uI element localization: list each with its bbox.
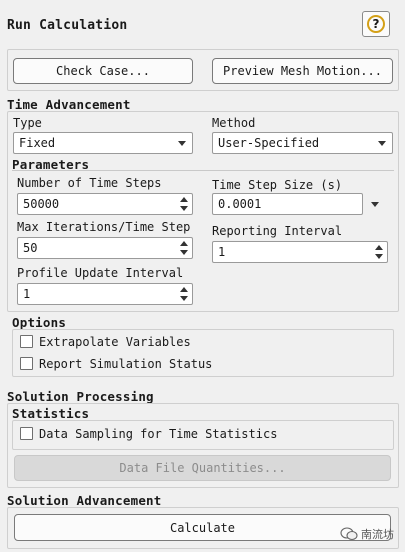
- wechat-icon: [340, 527, 358, 541]
- parameters-divider: [12, 170, 394, 171]
- dialog-title: Run Calculation: [7, 18, 128, 33]
- time-step-size-label: Time Step Size (s): [212, 178, 343, 192]
- calculate-button[interactable]: Calculate: [14, 514, 391, 541]
- help-button[interactable]: ?: [362, 11, 390, 37]
- reporting-interval-label: Reporting Interval: [212, 224, 343, 238]
- solution-processing-heading: Solution Processing: [7, 389, 154, 404]
- spin-buttons[interactable]: [374, 244, 384, 260]
- reporting-interval-input[interactable]: 1: [212, 241, 388, 263]
- spin-down-icon[interactable]: [375, 254, 383, 259]
- time-step-size-input[interactable]: 0.0001: [212, 193, 363, 215]
- method-select[interactable]: User-Specified: [212, 132, 393, 154]
- check-case-button[interactable]: Check Case...: [13, 58, 193, 84]
- max-iterations-input[interactable]: 50: [17, 237, 193, 259]
- watermark-text: 南流坊: [361, 528, 394, 541]
- spin-buttons[interactable]: [179, 286, 189, 302]
- chevron-down-icon: [378, 141, 386, 146]
- spin-down-icon[interactable]: [180, 296, 188, 301]
- spin-up-icon[interactable]: [180, 287, 188, 292]
- reporting-interval-value: 1: [218, 245, 226, 259]
- expression-dropdown-icon[interactable]: [371, 202, 379, 207]
- data-file-quantities-button[interactable]: Data File Quantities...: [14, 455, 391, 481]
- type-select-value: Fixed: [19, 136, 56, 150]
- method-label: Method: [212, 116, 256, 130]
- data-sampling-checkbox[interactable]: [20, 427, 33, 440]
- spin-buttons[interactable]: [179, 196, 189, 212]
- spin-up-icon[interactable]: [180, 197, 188, 202]
- spin-down-icon[interactable]: [180, 250, 188, 255]
- statistics-heading: Statistics: [12, 406, 90, 421]
- max-iterations-label: Max Iterations/Time Step: [17, 220, 191, 234]
- num-time-steps-input[interactable]: 50000: [17, 193, 193, 215]
- profile-update-value: 1: [23, 287, 31, 301]
- num-time-steps-label: Number of Time Steps: [17, 176, 162, 190]
- report-status-checkbox[interactable]: [20, 357, 33, 370]
- time-advancement-heading: Time Advancement: [7, 97, 131, 112]
- extrapolate-label: Extrapolate Variables: [39, 335, 191, 349]
- data-sampling-label: Data Sampling for Time Statistics: [39, 427, 278, 441]
- spin-buttons[interactable]: [179, 240, 189, 256]
- profile-update-input[interactable]: 1: [17, 283, 193, 305]
- spin-up-icon[interactable]: [375, 245, 383, 250]
- type-select[interactable]: Fixed: [13, 132, 193, 154]
- max-iterations-value: 50: [23, 241, 38, 255]
- solution-advancement-heading: Solution Advancement: [7, 493, 162, 508]
- num-time-steps-value: 50000: [23, 197, 60, 211]
- type-label: Type: [13, 116, 42, 130]
- spin-up-icon[interactable]: [180, 241, 188, 246]
- profile-update-label: Profile Update Interval: [17, 266, 184, 280]
- report-status-label: Report Simulation Status: [39, 357, 213, 371]
- time-step-size-value: 0.0001: [218, 197, 262, 211]
- question-icon: ?: [367, 15, 385, 33]
- spin-down-icon[interactable]: [180, 206, 188, 211]
- options-heading: Options: [12, 315, 67, 330]
- watermark: 南流坊: [340, 526, 394, 542]
- chevron-down-icon: [178, 141, 186, 146]
- extrapolate-checkbox[interactable]: [20, 335, 33, 348]
- method-select-value: User-Specified: [218, 136, 320, 150]
- preview-mesh-motion-button[interactable]: Preview Mesh Motion...: [212, 58, 393, 84]
